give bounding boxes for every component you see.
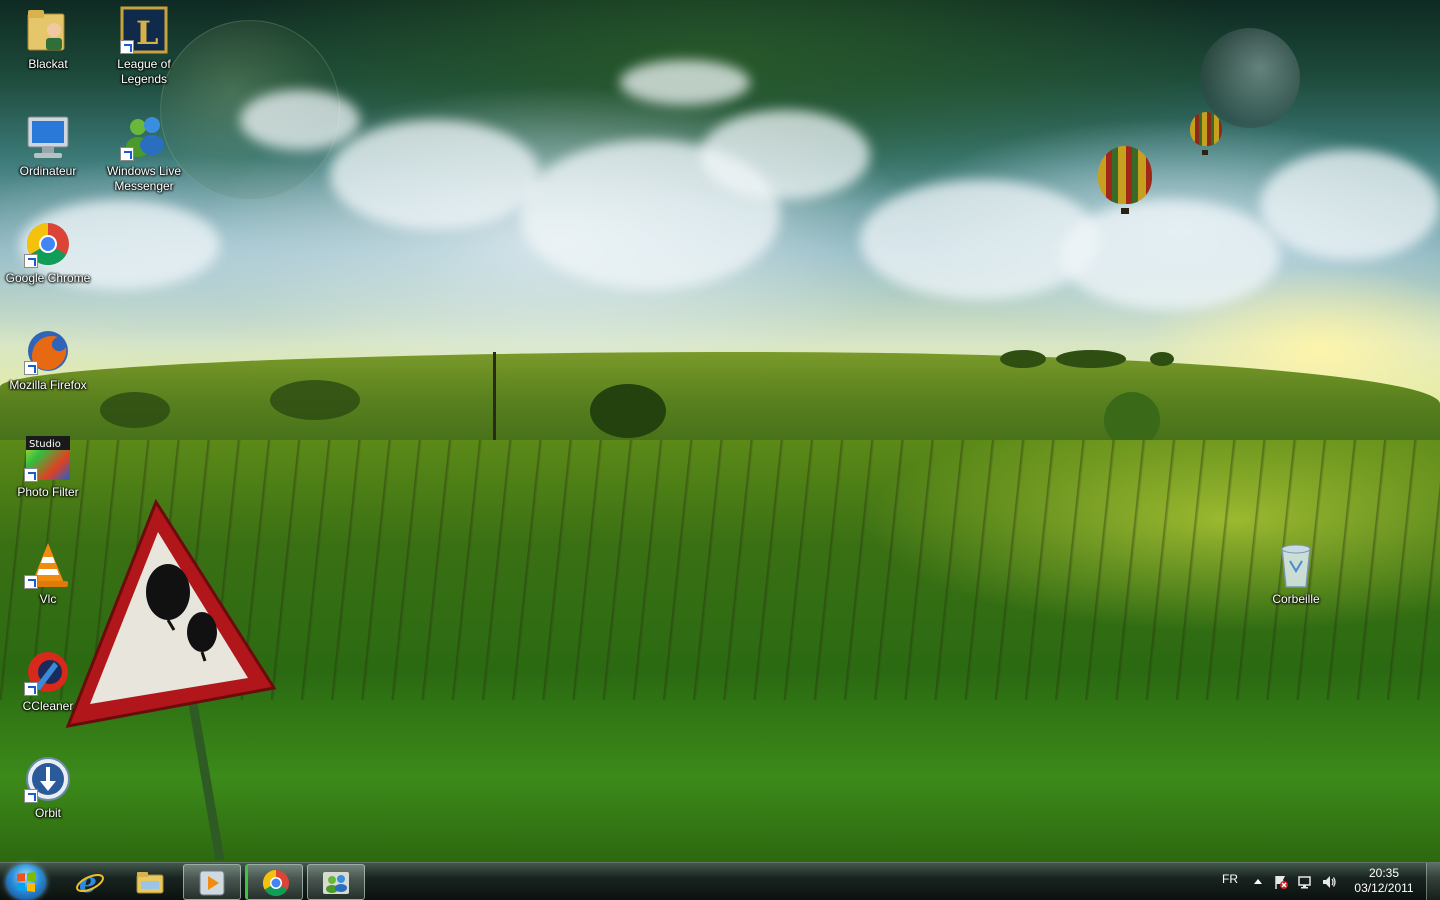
desktop-wallpaper (0, 0, 1440, 862)
wallpaper-moon (1200, 28, 1300, 128)
wallpaper-cloud (1260, 150, 1440, 260)
taskbar-media-player[interactable] (183, 864, 241, 900)
taskbar-google-chrome[interactable] (245, 864, 303, 900)
shortcut-arrow-icon (120, 40, 134, 54)
taskbar: e FR 20:35 03/12/2011 (0, 862, 1440, 900)
taskbar-internet-explorer[interactable]: e (62, 864, 120, 900)
clock-date: 03/12/2011 (1354, 881, 1414, 895)
shortcut-arrow-icon (24, 789, 38, 803)
desktop-icon-label: Vlc (39, 592, 57, 606)
desktop-icon-label: Mozilla Firefox (9, 378, 87, 392)
desktop-icon-label: Google Chrome (5, 271, 91, 285)
desktop-icon-label: Orbit (34, 806, 61, 820)
network-icon[interactable] (1297, 874, 1313, 890)
start-orb-icon[interactable] (6, 864, 46, 900)
wallpaper-cloud (240, 90, 360, 150)
wallpaper-cloud (330, 120, 540, 230)
desktop-icon-league-of-legends[interactable]: L League of Legends (98, 6, 190, 87)
desktop-icon-mozilla-firefox[interactable]: Mozilla Firefox (2, 327, 94, 393)
wallpaper-hot-air-balloon (1098, 146, 1152, 214)
shortcut-arrow-icon (24, 682, 38, 696)
vlc-icon (24, 541, 72, 589)
orbit-icon (24, 755, 72, 803)
user-folder-icon (24, 6, 72, 54)
messenger-icon (120, 113, 168, 161)
desktop-icon-corbeille[interactable]: Corbeille (1250, 541, 1342, 607)
shortcut-arrow-icon (24, 254, 38, 268)
chrome-icon (24, 220, 72, 268)
wallpaper-tree (1056, 350, 1126, 368)
volume-icon[interactable] (1321, 874, 1337, 890)
taskbar-windows-explorer[interactable] (122, 864, 180, 900)
svg-text:L: L (136, 14, 159, 52)
ccleaner-icon (24, 648, 72, 696)
wallpaper-tree (590, 384, 666, 438)
desktop-icon-label: Corbeille (1272, 592, 1320, 606)
desktop-icon-label: Photo Filter (17, 485, 79, 499)
desktop-icon-label: CCleaner (22, 699, 74, 713)
wallpaper-cloud (1060, 200, 1280, 310)
desktop-icon-ordinateur[interactable]: Ordinateur (2, 113, 94, 179)
desktop-icon-vlc[interactable]: Vlc (2, 541, 94, 607)
shortcut-arrow-icon (24, 468, 38, 482)
desktop-icon-label: Blackat (28, 57, 68, 71)
media-player-icon (197, 868, 227, 898)
wallpaper-cloud (620, 60, 750, 105)
shortcut-arrow-icon (24, 575, 38, 589)
shortcut-arrow-icon (120, 147, 134, 161)
shortcut-arrow-icon (24, 361, 38, 375)
action-center-icon[interactable] (1273, 874, 1289, 890)
internet-explorer-icon: e (75, 866, 105, 899)
recycle-bin-icon (1272, 541, 1320, 589)
show-desktop-button[interactable] (1426, 863, 1440, 900)
taskbar-windows-live-messenger[interactable] (307, 864, 365, 900)
desktop-icon-label: League of Legends (117, 57, 171, 86)
photo-filter-icon: Studio (24, 434, 72, 482)
wallpaper-tree (100, 392, 170, 428)
explorer-folder-icon (135, 867, 165, 897)
desktop-icon-photo-filter[interactable]: Studio Photo Filter (2, 434, 94, 500)
desktop-icon-windows-live-messenger[interactable]: Windows Live Messenger (98, 113, 190, 194)
desktop-icon-label: Ordinateur (19, 164, 77, 178)
wallpaper-utility-pole (493, 352, 496, 442)
clock[interactable]: 20:35 03/12/2011 (1346, 866, 1422, 896)
wallpaper-tree (1150, 352, 1174, 366)
messenger-icon (321, 868, 351, 898)
show-hidden-icons-icon[interactable] (1250, 874, 1266, 890)
league-of-legends-icon: L (120, 6, 168, 54)
wallpaper-warning-sign (62, 498, 282, 861)
desktop-icon-blackat[interactable]: Blackat (2, 6, 94, 72)
wallpaper-tree (1000, 350, 1046, 368)
desktop-icon-google-chrome[interactable]: Google Chrome (2, 220, 94, 286)
clock-time: 20:35 (1368, 866, 1400, 880)
desktop-icon-label: Windows Live Messenger (106, 164, 182, 193)
firefox-icon (24, 327, 72, 375)
chrome-icon (261, 868, 291, 898)
wallpaper-tree (270, 380, 360, 420)
desktop-icon-orbit[interactable]: Orbit (2, 755, 94, 821)
desktop-icon-ccleaner[interactable]: CCleaner (2, 648, 94, 714)
wallpaper-hot-air-balloon (1190, 112, 1222, 155)
computer-icon (24, 113, 72, 161)
wallpaper-cloud (700, 110, 870, 200)
photo-filter-badge: Studio (29, 439, 61, 450)
language-indicator[interactable]: FR (1222, 872, 1238, 886)
